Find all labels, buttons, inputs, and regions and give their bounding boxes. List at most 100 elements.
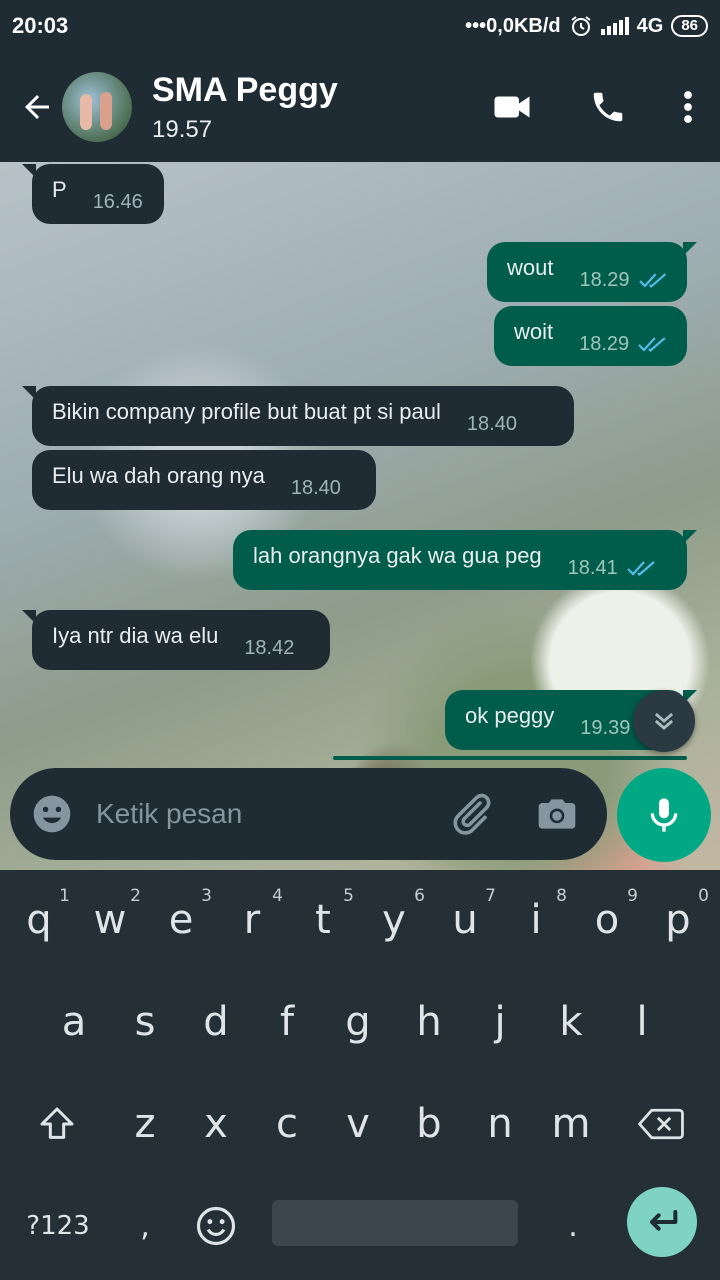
key-s[interactable]: s (110, 972, 180, 1072)
contact-last-seen: 19.57 (152, 115, 213, 143)
message-outgoing[interactable]: lah orangnya gak wa gua peg 18.41 (233, 530, 697, 590)
keyboard-row-3: z x c v b n m (0, 1074, 720, 1174)
alarm-icon (571, 16, 591, 36)
chat-header: SMA Peggy 19.57 (0, 52, 720, 162)
message-incoming[interactable]: P 16.46 (22, 164, 164, 224)
network-speed: •••0,0KB/d (465, 14, 561, 37)
backspace-icon (638, 1108, 684, 1140)
message-text: P (52, 177, 67, 202)
more-options-button[interactable] (676, 79, 700, 135)
message-input[interactable]: Ketik pesan (96, 798, 447, 830)
key-x[interactable]: x (181, 1074, 251, 1174)
read-ticks-icon (638, 337, 666, 352)
shift-key[interactable] (22, 1074, 92, 1174)
voice-call-button[interactable] (580, 79, 636, 135)
more-vertical-icon (684, 91, 692, 123)
key-t[interactable]: t5 (288, 870, 358, 970)
double-chevron-down-icon (654, 712, 674, 730)
network-type: 4G (636, 14, 664, 37)
message-time: 18.42 (244, 636, 295, 659)
status-time: 20:03 (12, 13, 69, 38)
keyboard-row-2: a s d f g h j k l (0, 972, 720, 1072)
enter-key[interactable] (627, 1187, 697, 1257)
key-k[interactable]: k (536, 972, 606, 1072)
message-incoming[interactable]: Iya ntr dia wa elu 18.42 (22, 610, 330, 670)
key-c[interactable]: c (252, 1074, 322, 1174)
key-d[interactable]: d (181, 972, 251, 1072)
message-text: Iya ntr dia wa elu (52, 623, 219, 648)
key-n[interactable]: n (465, 1074, 535, 1174)
battery-icon: 86 (671, 15, 708, 37)
key-e[interactable]: e3 (146, 870, 216, 970)
key-z[interactable]: z (110, 1074, 180, 1174)
key-a[interactable]: a (39, 972, 109, 1072)
comma-key[interactable]: , (110, 1176, 180, 1276)
key-q[interactable]: q1 (4, 870, 74, 970)
read-ticks-icon (638, 273, 666, 288)
phone-icon (593, 92, 623, 122)
battery-level: 86 (681, 17, 698, 34)
period-key[interactable]: . (538, 1176, 608, 1276)
emoji-key[interactable] (181, 1176, 251, 1276)
message-time: 18.40 (466, 412, 517, 435)
key-b[interactable]: b (394, 1074, 464, 1174)
back-button[interactable] (8, 77, 66, 137)
backspace-key[interactable] (626, 1074, 696, 1174)
message-incoming[interactable]: Elu wa dah orang nya 18.40 (32, 450, 376, 510)
key-r[interactable]: r4 (217, 870, 287, 970)
key-p[interactable]: p0 (643, 870, 713, 970)
read-ticks-icon (626, 561, 655, 577)
key-y[interactable]: y6 (359, 870, 429, 970)
contact-name: SMA Peggy (152, 70, 338, 109)
key-o[interactable]: o9 (572, 870, 642, 970)
key-m[interactable]: m (536, 1074, 606, 1174)
key-h[interactable]: h (394, 972, 464, 1072)
message-text: ok peggy (465, 703, 555, 728)
contact-avatar[interactable] (62, 72, 132, 142)
video-call-button[interactable] (484, 79, 540, 135)
message-incoming[interactable]: Bikin company profile but buat pt si pau… (22, 386, 574, 446)
attachment-icon[interactable] (447, 790, 495, 838)
voice-message-button[interactable] (617, 768, 711, 862)
key-l[interactable]: l (607, 972, 677, 1072)
keyboard-row-1: q1 w2 e3 r4 t5 y6 u7 i8 o9 p0 (0, 870, 720, 970)
camera-icon[interactable] (535, 792, 579, 836)
message-time: 16.46 (92, 190, 143, 213)
key-w[interactable]: w2 (75, 870, 145, 970)
message-text: Elu wa dah orang nya (52, 463, 265, 488)
emoji-face-icon (196, 1206, 236, 1246)
scroll-to-bottom-button[interactable] (633, 690, 695, 752)
message-outgoing[interactable]: wout 18.29 (487, 242, 697, 302)
message-text: lah orangnya gak wa gua peg (253, 543, 542, 568)
back-arrow-icon (25, 95, 49, 119)
message-composer: Ketik pesan (10, 768, 607, 860)
message-time: 18.40 (290, 476, 341, 499)
symbols-key[interactable]: ?123 (20, 1176, 96, 1276)
soft-keyboard: q1 w2 e3 r4 t5 y6 u7 i8 o9 p0 a s d f g … (0, 870, 720, 1280)
message-text: Bikin company profile but buat pt si pau… (52, 399, 441, 424)
key-u[interactable]: u7 (430, 870, 500, 970)
space-bar[interactable] (272, 1200, 518, 1246)
status-bar: 20:03 •••0,0KB/d 4G 86 (0, 0, 720, 52)
microphone-icon (650, 798, 678, 832)
message-text: wout (507, 255, 554, 280)
message-time: 18.29 (579, 268, 630, 291)
message-text: woit (514, 319, 554, 344)
message-time: 18.29 (579, 332, 630, 355)
enter-arrow-icon (650, 1210, 678, 1231)
key-g[interactable]: g (323, 972, 393, 1072)
contact-info[interactable]: SMA Peggy 19.57 (152, 71, 338, 144)
status-indicators: •••0,0KB/d 4G 86 (465, 14, 708, 38)
message-time: 19.39 (580, 716, 631, 739)
chat-area[interactable]: P 16.46 wout 18.29 woit 18.29 Bikin comp… (0, 162, 720, 870)
key-j[interactable]: j (465, 972, 535, 1072)
key-i[interactable]: i8 (501, 870, 571, 970)
video-camera-icon (494, 96, 530, 118)
message-time: 18.41 (567, 556, 618, 579)
emoji-icon[interactable] (30, 792, 74, 836)
key-v[interactable]: v (323, 1074, 393, 1174)
partial-message-edge (333, 756, 687, 760)
shift-arrow-icon (40, 1107, 74, 1139)
message-outgoing[interactable]: woit 18.29 (494, 306, 687, 366)
key-f[interactable]: f (252, 972, 322, 1072)
